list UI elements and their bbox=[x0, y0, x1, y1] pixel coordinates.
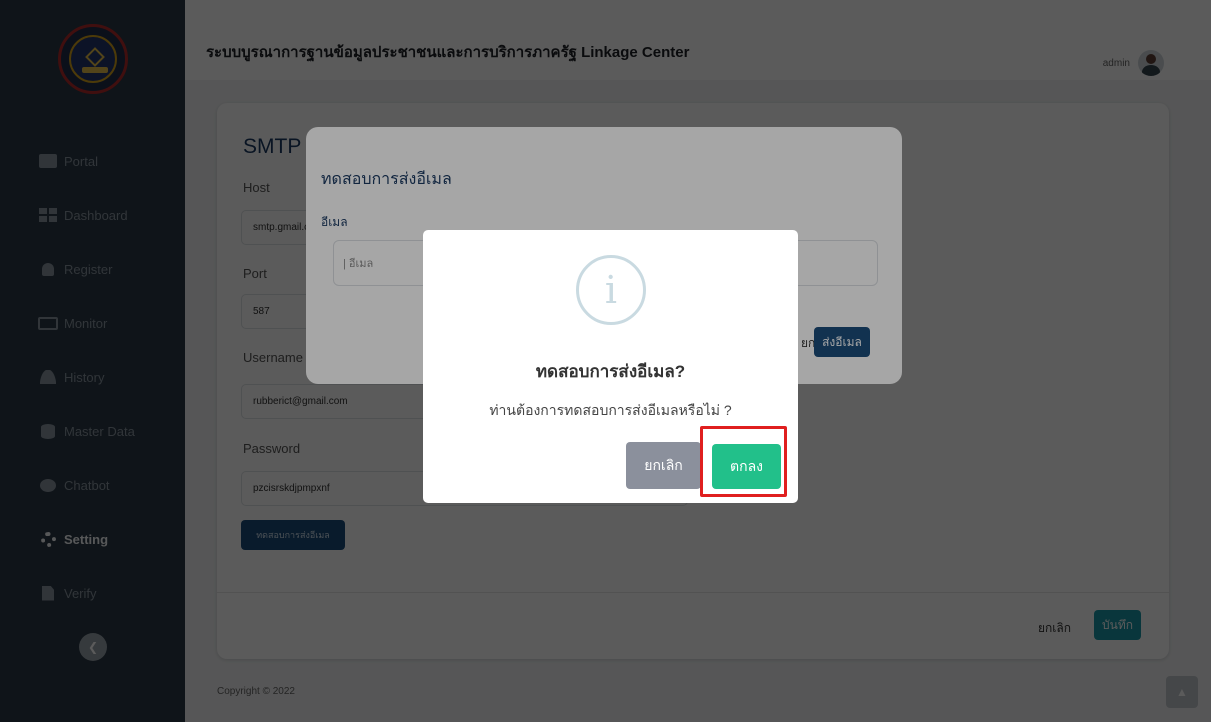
dialog-title: ทดสอบการส่งอีเมล? bbox=[535, 362, 686, 381]
info-icon: i bbox=[576, 255, 646, 325]
highlight-box bbox=[700, 426, 787, 497]
dialog-message: ท่านต้องการทดสอบการส่งอีเมลหรือไม่ ? bbox=[489, 402, 732, 418]
dialog-cancel-button[interactable]: ยกเลิก bbox=[626, 442, 701, 489]
